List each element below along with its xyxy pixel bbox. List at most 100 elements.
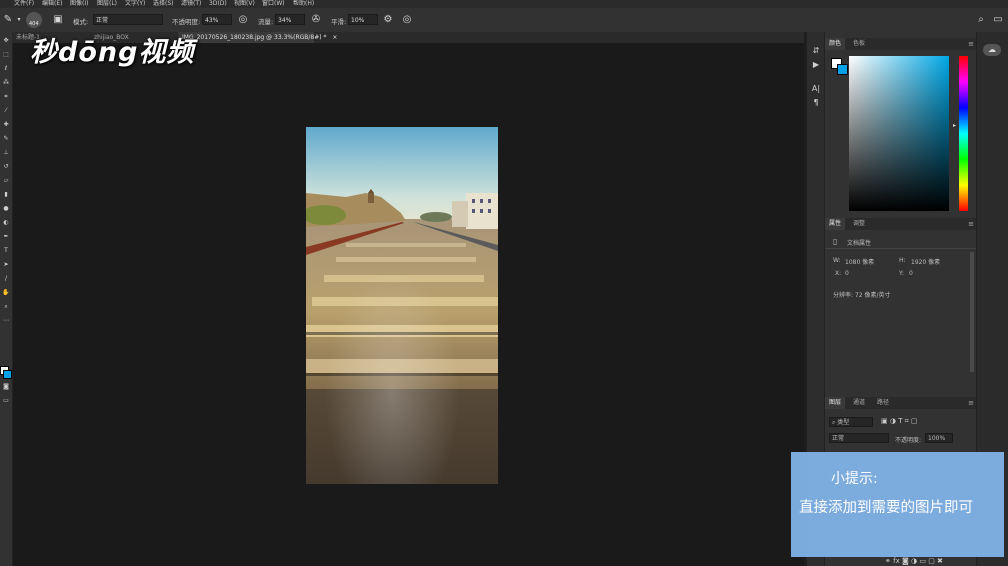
y-value[interactable]: 0 bbox=[909, 270, 913, 277]
eyedropper-tool-icon[interactable]: ⁄ bbox=[0, 106, 12, 115]
shape-tool-icon[interactable]: / bbox=[0, 274, 12, 283]
adjustment-filter-icon[interactable]: ◑ bbox=[890, 417, 896, 425]
marquee-tool-icon[interactable]: ⬚ bbox=[0, 50, 12, 59]
panel-menu-icon[interactable]: ≡ bbox=[968, 38, 974, 50]
panel-menu-icon[interactable]: ≡ bbox=[968, 218, 974, 230]
libraries-icon[interactable]: ☁ bbox=[983, 44, 1001, 56]
background-color-swatch[interactable] bbox=[3, 370, 12, 379]
color-field[interactable] bbox=[849, 56, 949, 211]
menu-file[interactable]: 文件(F) bbox=[14, 0, 34, 8]
x-value[interactable]: 0 bbox=[845, 270, 849, 277]
properties-scrollbar[interactable] bbox=[970, 252, 974, 372]
menu-image[interactable]: 图像(I) bbox=[70, 0, 88, 8]
brush-size-value: 404 bbox=[29, 21, 39, 27]
fx-icon[interactable]: fx bbox=[893, 557, 900, 565]
type-filter-icon[interactable]: T bbox=[898, 417, 902, 425]
flow-label: 流量: bbox=[258, 18, 274, 26]
height-value[interactable]: 1920 像素 bbox=[911, 257, 940, 266]
layer-blend-mode[interactable]: 正常 bbox=[829, 433, 889, 443]
brush-preset-picker[interactable]: 404 bbox=[26, 12, 42, 28]
mask-icon[interactable]: ◙ bbox=[902, 557, 909, 565]
layer-kind-filter[interactable]: ⌕ 类型 bbox=[829, 417, 873, 427]
menu-3d[interactable]: 3D(D) bbox=[209, 0, 227, 8]
menu-window[interactable]: 窗口(W) bbox=[262, 0, 285, 8]
history-brush-icon[interactable]: ↺ bbox=[0, 162, 12, 171]
tip-title: 小提示: bbox=[831, 471, 878, 487]
lasso-tool-icon[interactable]: ℓ bbox=[0, 64, 12, 73]
bg-color-chip[interactable] bbox=[837, 64, 848, 75]
tab-layers[interactable]: 图层 bbox=[825, 397, 846, 409]
x-label: X: bbox=[835, 270, 842, 277]
paragraph-icon[interactable]: ¶ bbox=[807, 98, 825, 107]
smart-filter-icon[interactable]: ▢ bbox=[911, 417, 918, 425]
gear-icon[interactable]: ⚙ bbox=[382, 14, 394, 26]
search-icon[interactable]: ⌕ bbox=[975, 14, 987, 26]
dodge-tool-icon[interactable]: ◐ bbox=[0, 218, 12, 227]
trash-icon[interactable]: ✖ bbox=[937, 557, 943, 565]
adjustment-icon[interactable]: ◑ bbox=[911, 557, 917, 565]
move-tool-icon[interactable]: ✥ bbox=[0, 36, 12, 45]
flow-input[interactable]: 34% bbox=[275, 14, 305, 25]
pressure-opacity-icon[interactable]: ◎ bbox=[237, 14, 249, 26]
pen-tool-icon[interactable]: ✒ bbox=[0, 232, 12, 241]
play-icon[interactable]: ▶ bbox=[807, 60, 825, 69]
brush-tool-icon[interactable]: ✎ bbox=[0, 134, 12, 143]
pixel-filter-icon[interactable]: ▣ bbox=[881, 417, 888, 425]
menu-edit[interactable]: 编辑(E) bbox=[42, 0, 62, 8]
type-tool-icon[interactable]: T bbox=[0, 246, 12, 255]
menu-filter[interactable]: 滤镜(T) bbox=[181, 0, 201, 8]
hand-tool-icon[interactable]: ✋ bbox=[0, 288, 12, 297]
workspace-icon[interactable]: ▭ bbox=[992, 14, 1004, 26]
layers-panel-tabs: 图层 通道 路径 ≡ bbox=[825, 397, 977, 409]
path-select-icon[interactable]: ➤ bbox=[0, 260, 12, 269]
properties-panel-tabs: 属性 调整 ≡ bbox=[825, 218, 977, 230]
new-layer-icon[interactable]: ▢ bbox=[928, 557, 935, 565]
quick-select-tool-icon[interactable]: ⁂ bbox=[0, 78, 12, 87]
zoom-tool-icon[interactable]: ⌕ bbox=[0, 302, 12, 311]
tab-swatches[interactable]: 色板 bbox=[849, 38, 869, 50]
layer-bottom-icons: ⚭ fx ◙ ◑ ▭ ▢ ✖ bbox=[885, 557, 943, 565]
menu-view[interactable]: 视图(V) bbox=[234, 0, 255, 8]
shape-filter-icon[interactable]: ⌗ bbox=[905, 417, 909, 425]
tab-color[interactable]: 颜色 bbox=[825, 38, 846, 50]
hue-marker-icon: ▸ bbox=[953, 122, 957, 129]
tab-adjustments[interactable]: 调整 bbox=[849, 218, 869, 230]
width-value[interactable]: 1080 像素 bbox=[845, 257, 874, 266]
character-icon[interactable]: A| bbox=[807, 84, 825, 93]
chevron-down-icon[interactable]: ▾ bbox=[13, 14, 25, 26]
crop-tool-icon[interactable]: ⌗ bbox=[0, 92, 12, 101]
menu-layer[interactable]: 图层(L) bbox=[97, 0, 117, 8]
tab-active-document[interactable]: IMG_20170526_180238.jpg @ 33.3%(RGB/8#) … bbox=[178, 32, 337, 43]
mode-select[interactable]: 正常 bbox=[93, 14, 163, 25]
tab-active-label: IMG_20170526_180238.jpg @ 33.3%(RGB/8#) … bbox=[182, 34, 327, 41]
tab-paths[interactable]: 路径 bbox=[873, 397, 893, 409]
link-icon[interactable]: ⚭ bbox=[885, 557, 891, 565]
menu-type[interactable]: 文字(Y) bbox=[125, 0, 145, 8]
quick-mask-icon[interactable]: ◙ bbox=[0, 382, 12, 391]
opacity-input[interactable]: 43% bbox=[202, 14, 232, 25]
healing-tool-icon[interactable]: ✚ bbox=[0, 120, 12, 129]
menu-help[interactable]: 帮助(H) bbox=[293, 0, 314, 8]
smoothing-input[interactable]: 10% bbox=[348, 14, 378, 25]
menu-select[interactable]: 选择(S) bbox=[153, 0, 174, 8]
tab-properties[interactable]: 属性 bbox=[825, 218, 846, 230]
folder-icon[interactable]: ▭ bbox=[919, 557, 926, 565]
document-image[interactable] bbox=[306, 127, 498, 484]
tab-channels[interactable]: 通道 bbox=[849, 397, 869, 409]
gradient-tool-icon[interactable]: ▮ bbox=[0, 190, 12, 199]
brush-panel-icon[interactable]: ▣ bbox=[52, 14, 64, 26]
close-icon[interactable]: × bbox=[332, 34, 337, 41]
eraser-tool-icon[interactable]: ▱ bbox=[0, 176, 12, 185]
mode-label: 模式: bbox=[73, 18, 89, 26]
stamp-tool-icon[interactable]: ⊥ bbox=[0, 148, 12, 157]
history-icon[interactable]: ⇵ bbox=[807, 46, 825, 55]
doc-properties-label: 文档属性 bbox=[847, 240, 872, 247]
hue-slider[interactable] bbox=[959, 56, 968, 211]
panel-menu-icon[interactable]: ≡ bbox=[968, 397, 974, 409]
blur-tool-icon[interactable]: ● bbox=[0, 204, 12, 213]
more-tools-icon[interactable]: ⋯ bbox=[0, 316, 12, 325]
airbrush-icon[interactable]: ✇ bbox=[310, 14, 322, 26]
pressure-size-icon[interactable]: ◎ bbox=[401, 14, 413, 26]
screen-mode-icon[interactable]: ▭ bbox=[0, 396, 12, 405]
layer-opacity-input[interactable]: 100% bbox=[925, 433, 953, 443]
